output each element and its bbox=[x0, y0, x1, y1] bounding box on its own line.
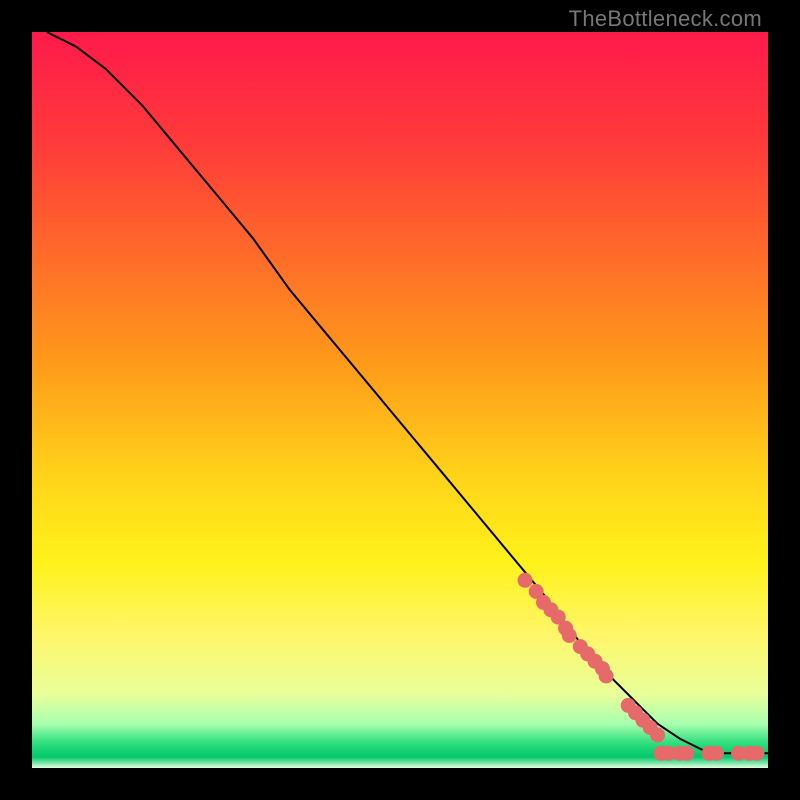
scatter-marker bbox=[650, 727, 665, 742]
chart-svg bbox=[32, 32, 768, 768]
chart-stage: TheBottleneck.com bbox=[0, 0, 800, 800]
plot-area bbox=[32, 32, 768, 768]
scatter-marker bbox=[599, 669, 614, 684]
watermark-text: TheBottleneck.com bbox=[569, 6, 762, 32]
scatter-marker bbox=[750, 746, 765, 761]
gradient-background bbox=[32, 32, 768, 768]
scatter-marker bbox=[680, 746, 695, 761]
scatter-marker bbox=[709, 746, 724, 761]
scatter-marker bbox=[518, 573, 533, 588]
scatter-marker bbox=[562, 628, 577, 643]
